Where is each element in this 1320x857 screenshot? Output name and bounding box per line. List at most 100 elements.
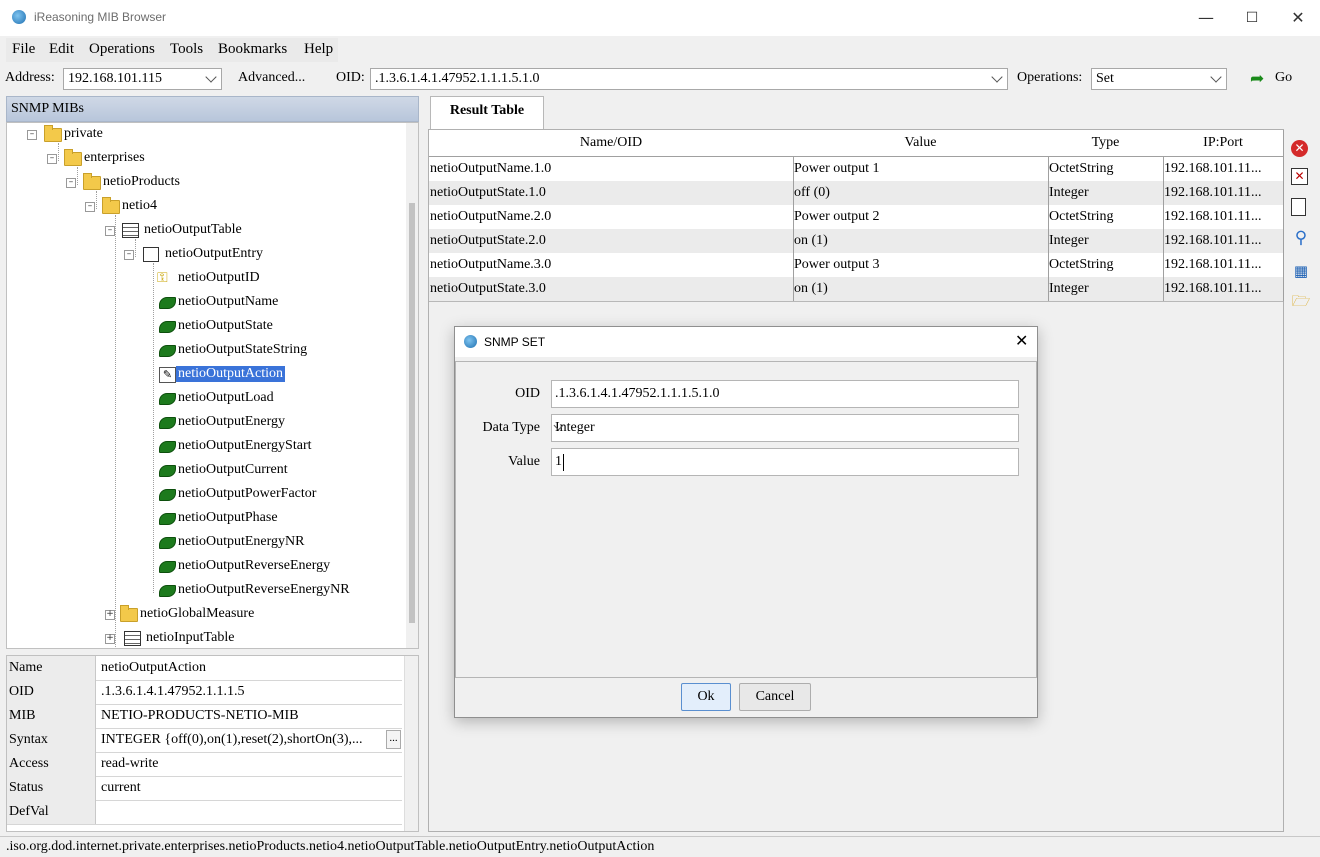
dialog-close-icon[interactable]: ✕ (1015, 331, 1028, 350)
close-window-icon[interactable]: ✕ (1286, 6, 1310, 30)
new-document-icon[interactable] (1291, 198, 1306, 216)
tree-node-label: netioInputTable (146, 630, 235, 645)
tab-label: Result Table (449, 103, 525, 118)
property-value: current (101, 780, 141, 795)
collapse-icon[interactable]: – (66, 178, 76, 188)
text-cursor (563, 454, 564, 471)
collapse-icon[interactable]: – (47, 154, 57, 164)
minimize-icon[interactable]: — (1194, 6, 1218, 30)
cell-value: off (0) (794, 185, 830, 200)
column-header-ip-port[interactable]: IP:Port (1163, 130, 1284, 157)
property-row-access: Access read-write (7, 752, 402, 777)
collapse-icon[interactable]: – (105, 226, 115, 236)
open-folder-icon[interactable]: 🗁 (1291, 291, 1311, 311)
leaf-icon (159, 417, 176, 429)
cancel-button[interactable]: Cancel (739, 683, 811, 711)
expand-icon[interactable]: + (105, 634, 115, 644)
mib-tree[interactable]: – private – enterprises – netioProducts … (6, 122, 419, 649)
advanced-button[interactable]: Advanced... (238, 70, 305, 86)
table-row[interactable]: netioOutputName.3.0 Power output 3 Octet… (429, 253, 1284, 278)
tree-node-label-selected: netioOutputAction (176, 366, 285, 382)
tree-scrollbar-thumb[interactable] (409, 203, 415, 623)
cell-type: OctetString (1049, 209, 1114, 224)
status-path: .iso.org.dod.internet.private.enterprise… (6, 839, 655, 854)
expand-icon[interactable]: + (105, 610, 115, 620)
cell-value: on (1) (794, 281, 828, 296)
result-tabs: Result Table (425, 96, 1288, 129)
entry-icon (143, 247, 159, 262)
property-value: NETIO-PRODUCTS-NETIO-MIB (101, 708, 299, 723)
cell-ip-port: 192.168.101.11... (1164, 281, 1262, 296)
maximize-icon[interactable]: ☐ (1240, 6, 1264, 30)
menu-edit[interactable]: Edit (49, 41, 74, 58)
property-key: MIB (9, 708, 36, 723)
dialog-value-label: Value (508, 454, 540, 469)
key-icon: ⚿ (157, 270, 168, 286)
column-header-type[interactable]: Type (1048, 130, 1164, 157)
result-toolbar: ✕ ✕ ⚲ ▦ 🗁 (1286, 130, 1316, 330)
collapse-icon[interactable]: – (124, 250, 134, 260)
chevron-down-icon (991, 71, 1003, 83)
go-button[interactable]: ➦ Go (1248, 67, 1308, 91)
menu-tools[interactable]: Tools (170, 41, 203, 58)
tree-node-label: netioOutputLoad (178, 390, 274, 405)
cancel-label: Cancel (755, 689, 795, 704)
properties-scrollbar[interactable] (404, 656, 418, 831)
menu-file[interactable]: File (12, 41, 35, 58)
chevron-down-icon (1210, 71, 1222, 83)
oid-combo[interactable]: .1.3.6.1.4.1.47952.1.1.1.5.1.0 (370, 68, 1008, 90)
delete-icon[interactable]: ✕ (1291, 140, 1308, 157)
table-row[interactable]: netioOutputName.1.0 Power output 1 Octet… (429, 157, 1284, 182)
clear-table-icon[interactable]: ✕ (1291, 168, 1308, 185)
cell-value: Power output 3 (794, 257, 880, 272)
menu-help[interactable]: Help (304, 41, 333, 58)
address-combo[interactable]: 192.168.101.115 (63, 68, 222, 90)
tree-node-label: netioOutputState (178, 318, 273, 333)
save-icon[interactable]: ▦ (1291, 261, 1311, 281)
operations-combo[interactable]: Set (1091, 68, 1227, 90)
dialog-oid-field[interactable]: .1.3.6.1.4.1.47952.1.1.1.5.1.0 (551, 380, 1019, 408)
property-row-mib: MIB NETIO-PRODUCTS-NETIO-MIB (7, 704, 402, 729)
syntax-more-button[interactable]: ... (386, 730, 401, 749)
ok-button[interactable]: Ok (681, 683, 731, 711)
column-header-name-oid[interactable]: Name/OID (429, 130, 794, 157)
table-row[interactable]: netioOutputState.1.0 off (0) Integer 192… (429, 181, 1284, 206)
tab-result-table[interactable]: Result Table (430, 96, 544, 129)
dialog-oid-label: OID (515, 386, 540, 401)
dialog-type-select[interactable]: Integer (551, 414, 1019, 442)
property-key: DefVal (9, 804, 49, 819)
cell-type: Integer (1049, 185, 1089, 200)
writable-leaf-icon: ✎ (159, 367, 176, 383)
cell-type: OctetString (1049, 257, 1114, 272)
property-key: Access (9, 756, 49, 771)
folder-icon (83, 173, 101, 190)
leaf-icon (159, 393, 176, 405)
property-key: Syntax (9, 732, 48, 747)
cell-type: Integer (1049, 233, 1089, 248)
menu-bookmarks[interactable]: Bookmarks (218, 41, 287, 58)
column-header-value[interactable]: Value (793, 130, 1049, 157)
table-row[interactable]: netioOutputState.3.0 on (1) Integer 192.… (429, 277, 1284, 302)
property-value: .1.3.6.1.4.1.47952.1.1.1.5 (101, 684, 245, 699)
table-row[interactable]: netioOutputState.2.0 on (1) Integer 192.… (429, 229, 1284, 254)
tree-node-label: netioOutputID (178, 270, 260, 285)
cell-ip-port: 192.168.101.11... (1164, 257, 1262, 272)
tree-node-label: netioOutputTable (144, 222, 242, 237)
dialog-value-input[interactable]: 1 (551, 448, 1019, 476)
cell-type: OctetString (1049, 161, 1114, 176)
menu-operations[interactable]: Operations (89, 41, 155, 58)
find-icon[interactable]: ⚲ (1291, 228, 1311, 248)
mib-panel-title: SNMP MIBs (11, 101, 85, 116)
column-header-label: IP:Port (1203, 135, 1243, 150)
tree-node-label: netioGlobalMeasure (140, 606, 255, 621)
dialog-title: SNMP SET (484, 335, 546, 349)
collapse-icon[interactable]: – (27, 130, 37, 140)
tree-node-label: netioOutputEnergyStart (178, 438, 312, 453)
tree-scrollbar[interactable] (406, 123, 418, 648)
tree-node-label: netioOutputStateString (178, 342, 308, 357)
property-key: Status (9, 780, 44, 795)
tree-node-label: enterprises (84, 150, 145, 165)
table-row[interactable]: netioOutputName.2.0 Power output 2 Octet… (429, 205, 1284, 230)
collapse-icon[interactable]: – (85, 202, 95, 212)
leaf-icon (159, 561, 176, 573)
